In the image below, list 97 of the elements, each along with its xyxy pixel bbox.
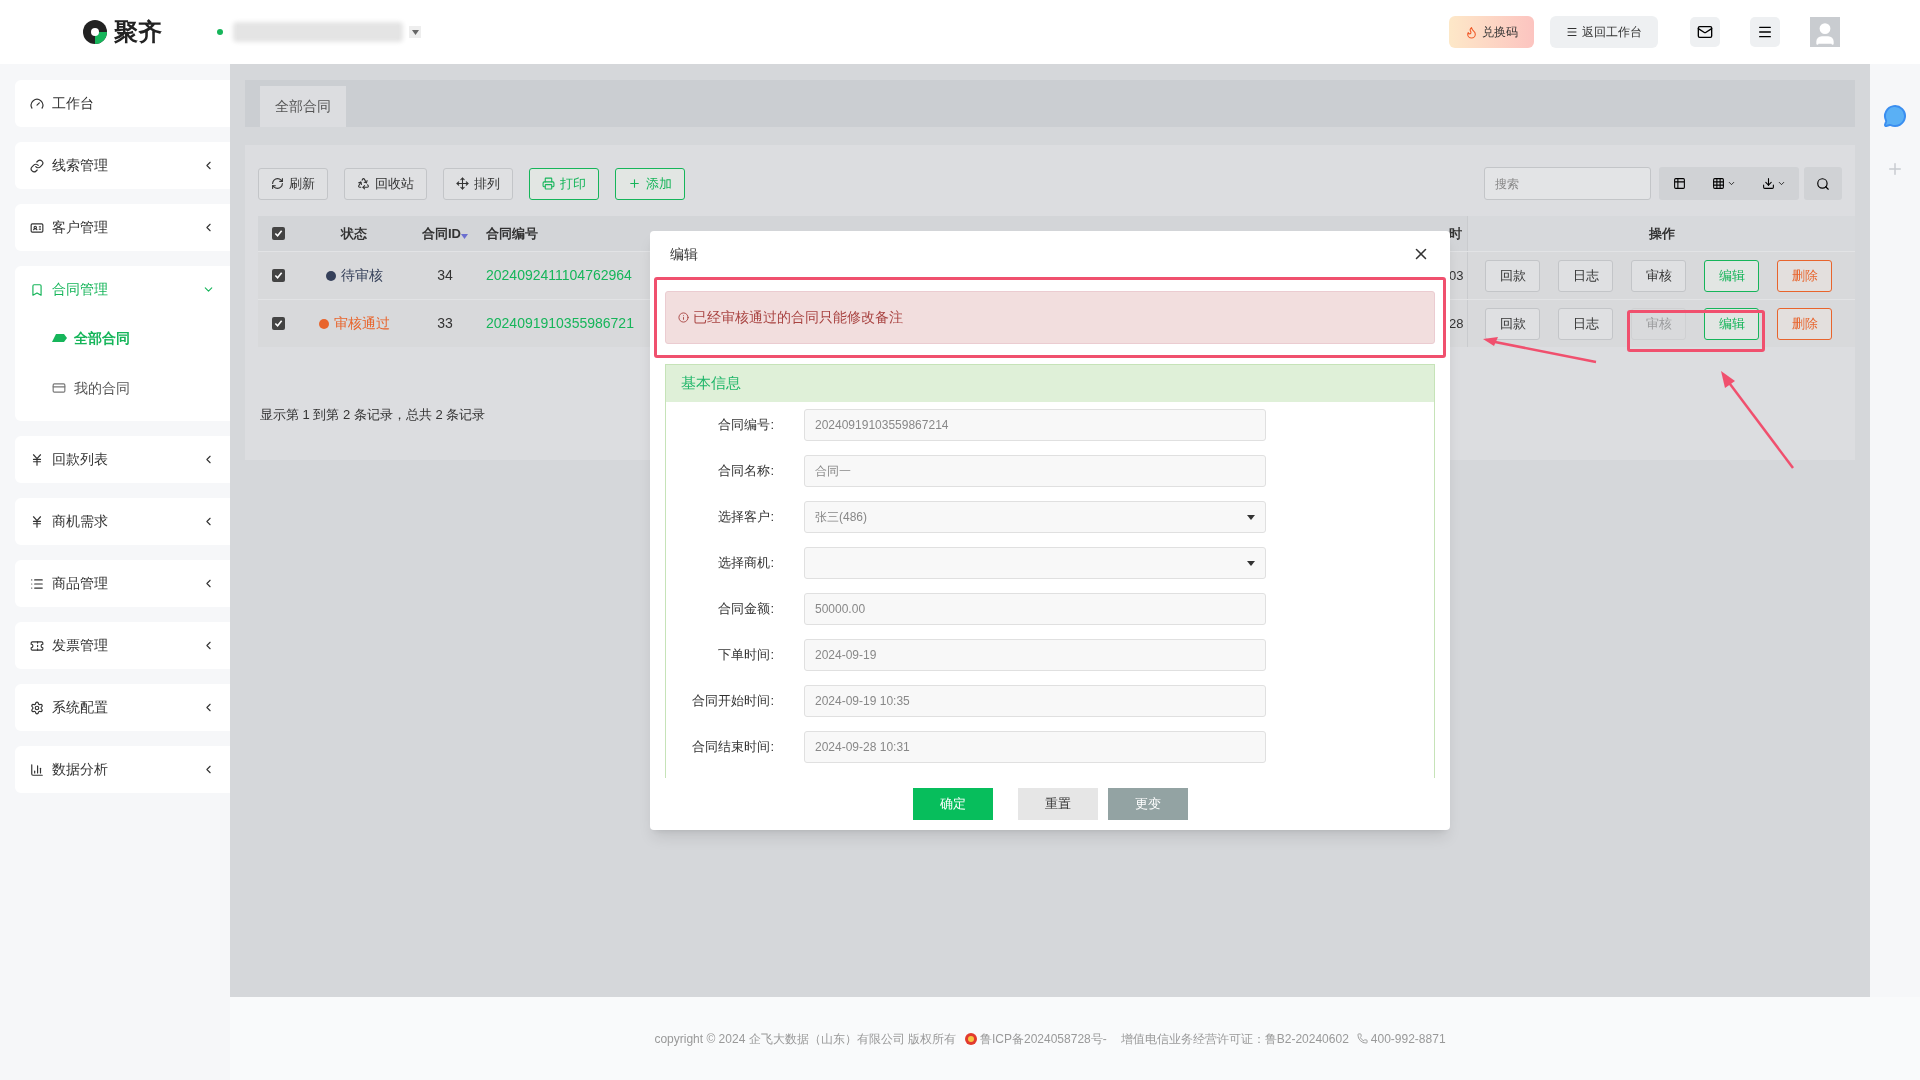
column-header: 合同编号 xyxy=(485,224,539,243)
dropdown-caret-icon xyxy=(409,26,421,38)
menu-button[interactable] xyxy=(1750,17,1780,47)
back-to-workbench-button[interactable]: 返回工作台 xyxy=(1550,16,1658,48)
menu-icon xyxy=(1757,24,1773,40)
mail-button[interactable] xyxy=(1690,17,1720,47)
field-label: 选择客户: xyxy=(717,508,775,527)
action-button[interactable]: 回款 xyxy=(1485,259,1540,292)
dialog-title: 编辑 xyxy=(670,244,698,264)
input-field[interactable]: 合同一 xyxy=(804,455,1266,487)
checkbox[interactable] xyxy=(271,269,285,282)
select-field[interactable]: 张三(486) xyxy=(804,501,1266,533)
caret-icon xyxy=(1247,514,1255,520)
sidebar-item[interactable]: 发票管理 xyxy=(15,622,230,669)
checkbox[interactable] xyxy=(271,317,285,330)
field-label: 合同开始时间: xyxy=(691,692,775,711)
logo-icon xyxy=(80,17,110,47)
sidebar-item[interactable]: 线索管理 xyxy=(15,142,230,189)
action-button[interactable]: 日志 xyxy=(1558,307,1613,340)
redeem-code-button[interactable]: 兑换码 xyxy=(1449,16,1534,48)
checkbox[interactable] xyxy=(271,227,285,240)
toolbar-icon xyxy=(628,177,641,190)
table-cell-text: 34 xyxy=(437,266,453,285)
tab[interactable]: 全部合同 xyxy=(260,86,346,127)
emblem-icon xyxy=(964,1031,978,1046)
sidebar-item[interactable]: 工作台 xyxy=(15,80,230,127)
chat-icon[interactable] xyxy=(1883,104,1907,128)
sidebar-item-icon xyxy=(30,96,44,111)
license-text: 增值电信业务经营许可证：鲁B2-20240602 xyxy=(1120,1030,1349,1048)
action-button[interactable]: 审核 xyxy=(1631,259,1686,292)
phone-icon xyxy=(1356,1033,1368,1044)
tag-icon xyxy=(52,334,68,342)
section-header: 基本信息 xyxy=(666,365,1434,402)
field-label: 合同名称: xyxy=(717,462,775,481)
caret-icon xyxy=(1727,179,1736,188)
field-label: 合同结束时间: xyxy=(691,738,775,757)
logo-text: 聚齐 xyxy=(114,17,162,47)
status-label: 审核通过 xyxy=(333,314,390,333)
sidebar-item-icon xyxy=(30,282,44,297)
select-field[interactable] xyxy=(804,547,1266,579)
field-label: 合同编号: xyxy=(717,416,775,435)
info-icon xyxy=(678,312,689,323)
sidebar-item[interactable]: 商品管理 xyxy=(15,560,230,607)
toolbar-icon xyxy=(271,177,284,190)
card-icon xyxy=(52,381,66,395)
field-label: 选择商机: xyxy=(717,554,775,573)
sidebar-subitem[interactable]: 我的合同 xyxy=(15,363,230,413)
sidebar-item-icon xyxy=(30,700,44,715)
sidebar-item-icon xyxy=(30,452,44,467)
sidebar-item-icon xyxy=(30,638,44,653)
menu-icon xyxy=(1566,26,1578,38)
input-field[interactable]: 2024-09-19 10:35 xyxy=(804,685,1266,717)
status-label: 待审核 xyxy=(340,266,383,285)
action-button[interactable]: 日志 xyxy=(1558,259,1613,292)
copyright-text: copyright © 2024 企飞大数据（山东）有限公司 版权所有 xyxy=(654,1030,956,1048)
sidebar-item-icon xyxy=(30,158,44,173)
sort-icon xyxy=(461,234,468,239)
toolbar-icon xyxy=(542,177,555,190)
search-field[interactable]: 搜索 xyxy=(1484,167,1651,200)
phone-number: 400-992-8871 xyxy=(1370,1030,1446,1048)
field-label: 下单时间: xyxy=(717,646,775,665)
table-cell-text: 33 xyxy=(437,314,453,333)
flame-icon xyxy=(1465,25,1478,39)
download-icon xyxy=(1762,177,1775,190)
sidebar-item-icon xyxy=(30,514,44,529)
sidebar-item-icon xyxy=(30,220,44,235)
sidebar-item[interactable]: 数据分析 xyxy=(15,746,230,793)
caret-icon xyxy=(1777,179,1786,188)
toolbar-button[interactable]: 排列 xyxy=(443,167,513,200)
dialog-button[interactable]: 重置 xyxy=(1017,788,1098,820)
column-header[interactable]: 合同ID xyxy=(422,223,461,244)
sidebar-item-icon xyxy=(30,576,44,591)
toolbar-button[interactable]: 刷新 xyxy=(258,167,328,200)
input-field[interactable]: 50000.00 xyxy=(804,593,1266,625)
field-label: 合同金额: xyxy=(717,600,775,619)
column-header: 操作 xyxy=(1648,224,1675,243)
sidebar-item[interactable]: 回款列表 xyxy=(15,436,230,483)
record-summary: 显示第 1 到第 2 条记录，总共 2 条记录 xyxy=(260,406,486,424)
search-icon xyxy=(1816,176,1830,191)
sidebar-item[interactable]: 商机需求 xyxy=(15,498,230,545)
toolbar-icon xyxy=(357,177,370,190)
caret-icon xyxy=(1247,560,1255,566)
action-button[interactable]: 回款 xyxy=(1485,307,1540,340)
grid-icon xyxy=(1712,177,1725,190)
sidebar-item[interactable]: 系统配置 xyxy=(15,684,230,731)
table-icon xyxy=(1672,177,1686,190)
column-header: 状态 xyxy=(341,224,367,243)
toolbar-button[interactable]: 回收站 xyxy=(344,167,427,200)
sidebar-item-icon xyxy=(30,762,44,777)
search-button[interactable] xyxy=(1804,167,1842,200)
sidebar-item[interactable]: 客户管理 xyxy=(15,204,230,251)
alert-text: 已经审核通过的合同只能修改备注 xyxy=(693,308,903,327)
mail-icon xyxy=(1697,24,1713,40)
table-cell-text: 03 xyxy=(1449,266,1465,285)
column-header: 时 xyxy=(1449,224,1463,243)
table-cell-text: 28 xyxy=(1449,314,1465,333)
toolbar-icon xyxy=(456,177,469,190)
